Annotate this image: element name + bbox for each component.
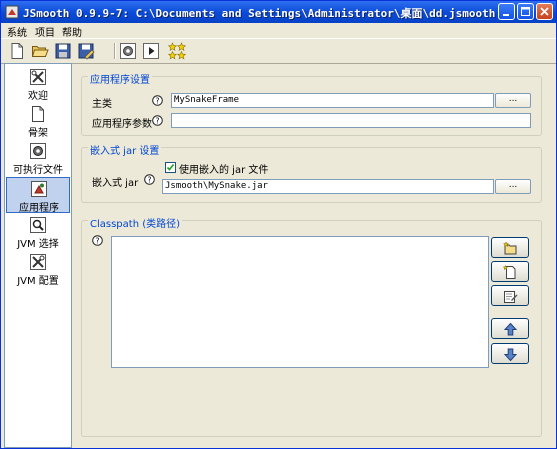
- sidebar-item-label: JVM 选择: [17, 239, 59, 250]
- sidebar-item-label: 骨架: [28, 128, 48, 139]
- main-class-label: 主类: [92, 99, 112, 110]
- down-arrow-icon: [503, 348, 518, 362]
- maximize-button[interactable]: [517, 3, 534, 20]
- svg-text:?: ?: [156, 116, 160, 125]
- use-embedded-jar-label: 使用嵌入的 jar 文件: [179, 165, 269, 176]
- tools-icon: [30, 69, 46, 85]
- classpath-group: Classpath (类路径) ?: [81, 215, 542, 437]
- svg-text:?: ?: [156, 96, 160, 105]
- title-bar[interactable]: JSmooth 0.9.9-7: C:\Documents and Settin…: [1, 1, 556, 23]
- minimize-button[interactable]: [498, 3, 515, 20]
- menu-help[interactable]: 帮助: [62, 24, 82, 39]
- embedded-jar-group: 嵌入式 jar 设置 嵌入式 jar ? 使用嵌入的 jar 文件 Jsmoot…: [81, 142, 542, 203]
- edit-entry-button[interactable]: [491, 285, 529, 306]
- add-file-icon: [503, 265, 516, 279]
- move-down-button[interactable]: [491, 343, 529, 364]
- close-icon: [540, 7, 549, 16]
- menu-bar: 系统 项目 帮助: [1, 23, 556, 39]
- classpath-list[interactable]: [111, 236, 489, 368]
- svg-text:?: ?: [148, 175, 152, 184]
- toolbar: [1, 38, 556, 64]
- group-title: Classpath (类路径): [88, 215, 183, 230]
- new-file-icon[interactable]: [8, 42, 26, 60]
- gear-page-icon: [30, 143, 46, 159]
- sidebar-item-label: JVM 配置: [17, 276, 59, 287]
- help-icon[interactable]: ?: [152, 95, 163, 106]
- embedded-jar-label: 嵌入式 jar: [92, 178, 139, 189]
- help-icon[interactable]: ?: [144, 174, 155, 185]
- use-embedded-jar-checkbox[interactable]: [165, 162, 176, 173]
- app-args-label: 应用程序参数: [92, 119, 152, 130]
- sidebar: 欢迎 骨架 可执行文件 应用程序 JVM 选择 JVM 配置: [4, 63, 72, 448]
- menu-system[interactable]: 系统: [7, 24, 27, 39]
- help-icon[interactable]: ?: [152, 115, 163, 126]
- add-file-button[interactable]: [491, 261, 529, 282]
- add-folder-button[interactable]: [491, 237, 529, 258]
- svg-text:?: ?: [96, 236, 100, 245]
- sidebar-item-jvm-select[interactable]: JVM 选择: [6, 214, 70, 250]
- open-folder-icon[interactable]: [31, 42, 49, 60]
- move-up-button[interactable]: [491, 318, 529, 339]
- menu-project[interactable]: 项目: [35, 24, 55, 39]
- main-class-field[interactable]: MySnakeFrame: [171, 93, 494, 108]
- sidebar-item-executable[interactable]: 可执行文件: [6, 140, 70, 176]
- app-args-field[interactable]: [171, 113, 531, 128]
- save-as-icon[interactable]: [77, 42, 95, 60]
- embedded-jar-path-field[interactable]: Jsmooth\MySnake.jar: [162, 179, 494, 194]
- group-title: 嵌入式 jar 设置: [88, 142, 162, 157]
- sidebar-item-welcome[interactable]: 欢迎: [6, 66, 70, 102]
- help-icon[interactable]: ?: [92, 235, 103, 246]
- browse-main-class-button[interactable]: ...: [495, 93, 531, 108]
- application-panel: 应用程序设置 主类 ? MySnakeFrame ... 应用程序参数 ? 嵌入…: [73, 63, 552, 446]
- app-icon: [31, 181, 47, 197]
- sidebar-item-label: 可执行文件: [13, 165, 63, 176]
- run-icon[interactable]: [142, 42, 160, 60]
- application-settings-group: 应用程序设置 主类 ? MySnakeFrame ... 应用程序参数 ?: [81, 71, 542, 136]
- sidebar-item-jvm-config[interactable]: JVM 配置: [6, 251, 70, 287]
- add-folder-icon: [503, 241, 517, 255]
- browse-jar-button[interactable]: ...: [495, 179, 531, 194]
- compile-gear-icon[interactable]: [119, 42, 137, 60]
- toolbar-separator: [114, 43, 116, 59]
- page-icon: [32, 106, 44, 122]
- window-title: JSmooth 0.9.9-7: C:\Documents and Settin…: [23, 7, 496, 20]
- sidebar-item-label: 应用程序: [19, 203, 59, 214]
- main-window: JSmooth 0.9.9-7: C:\Documents and Settin…: [0, 0, 557, 449]
- maximize-icon: [521, 7, 530, 16]
- jsmooth-app-icon: [5, 5, 19, 19]
- up-arrow-icon: [503, 322, 518, 336]
- group-title: 应用程序设置: [88, 71, 152, 86]
- tools-icon: [30, 254, 46, 270]
- close-button[interactable]: [536, 3, 553, 20]
- sidebar-item-label: 欢迎: [28, 91, 48, 102]
- edit-icon: [504, 291, 518, 303]
- sidebar-item-skeleton[interactable]: 骨架: [6, 103, 70, 139]
- stars-icon[interactable]: [168, 42, 186, 60]
- checkmark-icon: [166, 164, 175, 171]
- magnifier-icon: [30, 217, 46, 233]
- sidebar-item-application[interactable]: 应用程序: [6, 177, 70, 214]
- minimize-icon: [503, 14, 509, 16]
- save-icon[interactable]: [54, 42, 72, 60]
